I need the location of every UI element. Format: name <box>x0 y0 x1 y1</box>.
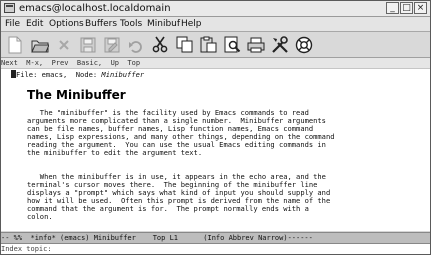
cut-icon[interactable] <box>149 34 171 55</box>
info-buffer[interactable]: File: emacs, Node: Minibuffer The Minibu… <box>1 69 430 231</box>
mode-line[interactable]: -- %% *info* (emacs) Minibuffer Top L1 (… <box>1 232 430 244</box>
toolbar <box>1 32 430 58</box>
paste-icon[interactable] <box>197 34 219 55</box>
app-icon[interactable] <box>4 3 15 13</box>
menu-tools[interactable]: Tools <box>120 18 142 30</box>
help-icon[interactable] <box>293 34 315 55</box>
window-title: emacs@localhost.localdomain <box>19 3 171 14</box>
paragraph-1-line-6: the minibuffer to edit the argument text… <box>27 148 203 157</box>
header-nav-text: Next M-x, Prev Basic, Up Top <box>1 59 141 67</box>
print-icon[interactable] <box>245 34 267 55</box>
menu-help[interactable]: Help <box>181 18 202 30</box>
undo-icon[interactable] <box>125 34 147 55</box>
menu-buffers[interactable]: Buffers <box>85 18 117 30</box>
minibuffer-prompt: Index topic: <box>1 245 52 253</box>
menu-edit[interactable]: Edit <box>26 18 43 30</box>
customize-icon[interactable] <box>269 34 291 55</box>
maximize-button[interactable]: □ <box>400 2 413 14</box>
menu-minibuf[interactable]: Minibuf <box>147 18 180 30</box>
info-header-line[interactable]: Next M-x, Prev Basic, Up Top <box>1 58 430 69</box>
title-bar[interactable]: emacs@localhost.localdomain _ □ × <box>1 1 430 17</box>
new-file-icon[interactable] <box>4 34 26 55</box>
minibuffer[interactable]: Index topic: <box>1 244 430 254</box>
open-folder-icon[interactable] <box>29 34 51 55</box>
node-name: Minibuffer <box>101 70 145 79</box>
save-icon[interactable] <box>77 34 99 55</box>
file-node-prefix: File: emacs, Node: <box>16 70 102 79</box>
search-icon[interactable] <box>221 34 243 55</box>
emacs-window: emacs@localhost.localdomain _ □ × File E… <box>0 0 431 255</box>
page-title: The Minibuffer <box>27 88 126 102</box>
menu-file[interactable]: File <box>5 18 20 30</box>
copy-icon[interactable] <box>173 34 195 55</box>
file-node-line: File: emacs, Node: Minibuffer <box>11 70 144 79</box>
close-button[interactable]: × <box>414 2 427 14</box>
close-icon[interactable] <box>53 34 75 55</box>
paragraph-2-line-5: command that the argument is for. The pr… <box>27 204 309 213</box>
paragraph-2-line-6: colon. <box>27 212 53 221</box>
save-as-icon[interactable] <box>101 34 123 55</box>
mode-line-text: -- %% *info* (emacs) Minibuffer Top L1 (… <box>1 234 313 242</box>
menu-bar: File Edit Options Buffers Tools Minibuf … <box>1 17 430 32</box>
minimize-button[interactable]: _ <box>386 2 399 14</box>
menu-options[interactable]: Options <box>49 18 84 30</box>
